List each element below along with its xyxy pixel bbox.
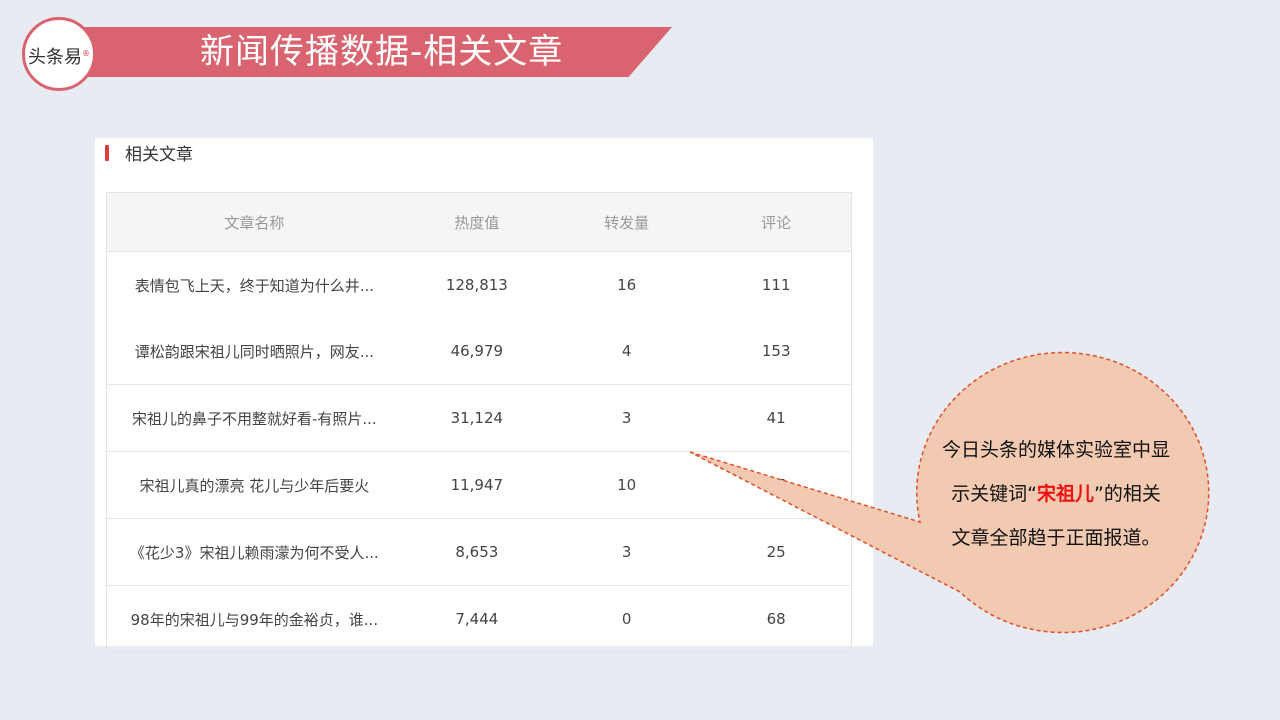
- page-title: 新闻传播数据-相关文章: [200, 32, 564, 72]
- heat-value: 31,124: [401, 384, 552, 452]
- heat-value: 8,653: [401, 518, 552, 586]
- articles-table: 文章名称 热度值 转发量 评论 表情包飞上天，终于知道为什么井... 128,8…: [106, 192, 852, 653]
- table-row: 98年的宋祖儿与99年的金裕贞，谁... 7,444 0 68: [106, 585, 852, 653]
- related-articles-panel: 相关文章 文章名称 热度值 转发量 评论 表情包飞上天，终于知道为什么井... …: [95, 138, 873, 653]
- comments-value: 111: [761, 276, 791, 294]
- table-row: 表情包飞上天，终于知道为什么井... 128,813 16 111: [107, 252, 852, 319]
- comments-value: 41: [701, 384, 852, 452]
- accent-bar: [105, 145, 109, 161]
- column-header-comments: 评论: [701, 192, 852, 252]
- shares-value: 0: [551, 585, 702, 653]
- table-row: 《花少3》宋祖儿赖雨濛为何不受人... 8,653 3 25: [106, 518, 852, 586]
- article-name-link[interactable]: 谭松韵跟宋祖儿同时晒照片，网友...: [107, 318, 402, 385]
- shares-value: 16: [617, 276, 637, 294]
- shares-value: 10: [551, 451, 702, 519]
- heat-value: 7,444: [401, 585, 552, 653]
- article-name-link[interactable]: 宋祖儿的鼻子不用整就好看-有照片...: [106, 384, 402, 452]
- table-row: 宋祖儿的鼻子不用整就好看-有照片... 31,124 3 41: [106, 384, 852, 452]
- callout-line-2-prefix: 示关键词“: [951, 483, 1037, 505]
- column-header-heat: 热度值: [401, 192, 552, 252]
- callout-line-2: 示关键词“宋祖儿”的相关: [918, 472, 1194, 516]
- table-row: 谭松韵跟宋祖儿同时晒照片，网友... 46,979 4 153: [107, 318, 852, 385]
- callout-line-2-suffix: ”的相关: [1094, 483, 1161, 505]
- registered-icon: ®: [82, 49, 90, 58]
- comments-value: 153: [761, 342, 791, 360]
- comments-value: 25: [701, 518, 852, 586]
- article-name-link[interactable]: 98年的宋祖儿与99年的金裕贞，谁...: [106, 585, 402, 653]
- heat-value: 46,979: [450, 342, 504, 360]
- comments-value: 37: [701, 451, 852, 519]
- callout-text: 今日头条的媒体实验室中显 示关键词“宋祖儿”的相关 文章全部趋于正面报道。: [918, 428, 1194, 560]
- keyword-highlight: 宋祖儿: [1036, 483, 1094, 505]
- article-name-link[interactable]: 宋祖儿真的漂亮 花儿与少年后要火: [106, 451, 402, 519]
- column-header-name: 文章名称: [106, 192, 402, 252]
- article-name-link[interactable]: 表情包飞上天，终于知道为什么井...: [107, 252, 402, 319]
- shares-value: 3: [551, 384, 702, 452]
- panel-title: 相关文章: [125, 145, 193, 165]
- logo-text: 头条易: [28, 47, 82, 68]
- table-row: 宋祖儿真的漂亮 花儿与少年后要火 11,947 10 37: [106, 451, 852, 519]
- comments-value: 68: [701, 585, 852, 653]
- article-name-link[interactable]: 《花少3》宋祖儿赖雨濛为何不受人...: [106, 518, 402, 586]
- heat-value: 128,813: [445, 276, 508, 294]
- shares-value: 3: [551, 518, 702, 586]
- shares-value: 4: [621, 342, 632, 360]
- callout-line-3: 文章全部趋于正面报道。: [951, 527, 1161, 549]
- table-header-row: 文章名称 热度值 转发量 评论: [106, 192, 852, 252]
- logo: 头条易®: [22, 17, 96, 91]
- heat-value: 11,947: [401, 451, 552, 519]
- column-header-shares: 转发量: [551, 192, 702, 252]
- callout-line-1: 今日头条的媒体实验室中显: [941, 439, 1170, 461]
